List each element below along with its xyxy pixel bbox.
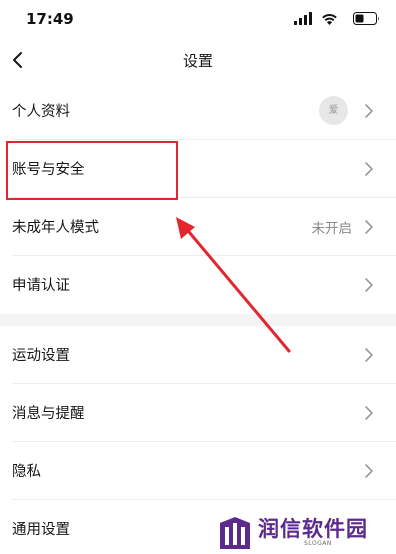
chevron-right-icon — [365, 162, 373, 176]
settings-item-label: 消息与提醒 — [12, 406, 85, 422]
group-separator — [0, 314, 396, 326]
settings-item-label: 运动设置 — [12, 348, 70, 364]
chevron-right-icon — [365, 464, 373, 478]
watermark-text: 润信软件园 — [258, 517, 368, 541]
page-title: 设置 — [182, 52, 213, 70]
wifi-icon — [322, 14, 337, 25]
watermark-logo-icon — [220, 517, 250, 549]
chevron-right-icon — [365, 220, 373, 234]
settings-item-notifications[interactable]: 消息与提醒 — [0, 384, 396, 442]
settings-item-account-security[interactable]: 账号与安全 — [0, 140, 396, 198]
chevron-right-icon — [365, 406, 373, 420]
settings-item-exercise[interactable]: 运动设置 — [0, 326, 396, 384]
minor-mode-status: 未开启 — [311, 221, 353, 237]
cellular-signal-icon — [294, 12, 312, 25]
chevron-right-icon — [365, 104, 373, 118]
status-bar: 17:49 — [0, 0, 396, 40]
settings-item-privacy[interactable]: 隐私 — [0, 442, 396, 500]
settings-item-verification[interactable]: 申请认证 — [0, 256, 396, 314]
settings-item-label: 申请认证 — [12, 278, 70, 294]
settings-item-label: 账号与安全 — [12, 162, 85, 178]
status-time: 17:49 — [26, 10, 74, 28]
settings-item-label: 个人资料 — [12, 104, 70, 120]
nav-bar: 设置 — [0, 40, 396, 82]
settings-item-label: 通用设置 — [12, 522, 70, 538]
watermark-slogan: SLOGAN — [304, 540, 332, 547]
settings-item-label: 隐私 — [12, 464, 41, 480]
battery-icon — [353, 12, 379, 25]
settings-item-profile[interactable]: 个人资料 爱 — [0, 82, 396, 140]
settings-item-label: 未成年人模式 — [12, 220, 99, 236]
settings-item-minor-mode[interactable]: 未成年人模式 未开启 — [0, 198, 396, 256]
avatar: 爱 — [319, 96, 348, 125]
chevron-right-icon — [365, 278, 373, 292]
watermark: 润信软件园 SLOGAN — [216, 513, 386, 551]
chevron-right-icon — [365, 348, 373, 362]
